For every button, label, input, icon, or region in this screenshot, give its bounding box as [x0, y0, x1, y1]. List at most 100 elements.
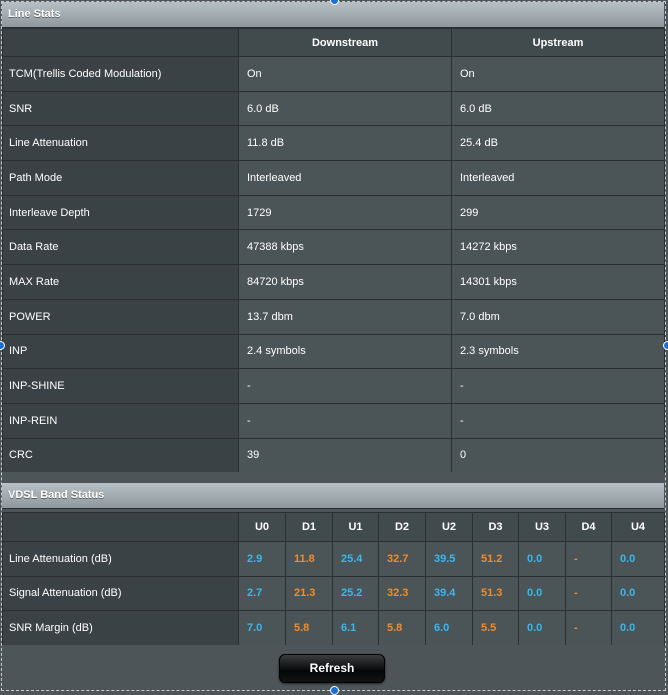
downstream-header: Downstream — [238, 28, 452, 57]
band-value: - — [565, 610, 612, 646]
line-stats-row: CRC 39 0 — [2, 437, 665, 474]
band-header: U4 — [611, 512, 665, 542]
band-value: 6.0 — [425, 610, 473, 646]
downstream-value: 84720 kbps — [238, 264, 452, 300]
band-header: U1 — [332, 512, 379, 542]
line-stats-row: Data Rate 47388 kbps 14272 kbps — [2, 229, 665, 266]
row-label: Interleave Depth — [2, 194, 239, 231]
band-header: D4 — [565, 512, 612, 542]
downstream-value: On — [238, 56, 452, 92]
row-label: TCM(Trellis Coded Modulation) — [2, 56, 239, 92]
line-stats-row: TCM(Trellis Coded Modulation) On On — [2, 56, 665, 92]
resize-handle-bottom[interactable] — [330, 686, 339, 695]
downstream-value: 39 — [238, 437, 452, 474]
vdsl-band-header-row: U0 D1 U1 D2 U2 D3 U3 D4 U4 — [2, 512, 665, 542]
downstream-value: 6.0 dB — [238, 90, 452, 127]
band-value: - — [565, 575, 612, 611]
vdsl-band-row: Line Attenuation (dB) 2.9 11.8 25.4 32.7 39.5… — [2, 541, 665, 577]
upstream-value: 0 — [451, 437, 665, 474]
button-bar: Refresh — [2, 645, 664, 689]
row-label: INP-REIN — [2, 402, 239, 439]
upstream-value: 25.4 dB — [451, 125, 665, 162]
band-value: 0.0 — [518, 610, 566, 646]
band-header: U2 — [425, 512, 473, 542]
band-value: 32.3 — [378, 575, 426, 611]
band-value: 25.4 — [332, 541, 379, 577]
band-value: - — [565, 541, 612, 577]
upstream-value: 2.3 symbols — [451, 333, 665, 370]
line-stats-row: SNR 6.0 dB 6.0 dB — [2, 90, 665, 127]
row-label: SNR Margin (dB) — [2, 610, 239, 646]
line-stats-header: Line Stats — [2, 2, 664, 28]
band-header: U0 — [238, 512, 286, 542]
downstream-value: Interleaved — [238, 160, 452, 196]
upstream-value: 299 — [451, 194, 665, 231]
band-header: D1 — [285, 512, 333, 542]
line-stats-row: Line Attenuation 11.8 dB 25.4 dB — [2, 125, 665, 162]
downstream-value: - — [238, 402, 452, 439]
row-label: Path Mode — [2, 160, 239, 196]
vdsl-band-status-header: VDSL Band Status — [2, 483, 664, 509]
upstream-value: 7.0 dbm — [451, 298, 665, 335]
downstream-value: 1729 — [238, 194, 452, 231]
downstream-value: 47388 kbps — [238, 229, 452, 266]
line-stats-row: MAX Rate 84720 kbps 14301 kbps — [2, 264, 665, 300]
band-value: 0.0 — [611, 610, 665, 646]
band-value: 21.3 — [285, 575, 333, 611]
upstream-value: Interleaved — [451, 160, 665, 196]
upstream-value: - — [451, 368, 665, 404]
vdsl-band-row: Signal Attenuation (dB) 2.7 21.3 25.2 32.3 39… — [2, 575, 665, 611]
band-value: 7.0 — [238, 610, 286, 646]
band-value: 0.0 — [518, 575, 566, 611]
line-stats-row: Interleave Depth 1729 299 — [2, 194, 665, 231]
band-value: 0.0 — [518, 541, 566, 577]
row-label: Line Attenuation (dB) — [2, 541, 239, 577]
row-label: CRC — [2, 437, 239, 474]
band-value: 2.7 — [238, 575, 286, 611]
vdsl-band-row: SNR Margin (dB) 7.0 5.8 6.1 5.8 6.0 5.5 0.0-0.0 — [2, 610, 665, 646]
band-value: 32.7 — [378, 541, 426, 577]
row-label: Line Attenuation — [2, 125, 239, 162]
band-header: D2 — [378, 512, 426, 542]
row-label: Signal Attenuation (dB) — [2, 575, 239, 611]
line-stats-row: INP-REIN - - — [2, 402, 665, 439]
band-value: 5.5 — [472, 610, 519, 646]
upstream-value: 14301 kbps — [451, 264, 665, 300]
upstream-header: Upstream — [451, 28, 665, 57]
downstream-value: 2.4 symbols — [238, 333, 452, 370]
band-value: 39.5 — [425, 541, 473, 577]
refresh-button[interactable]: Refresh — [279, 654, 385, 683]
upstream-value: - — [451, 402, 665, 439]
downstream-value: 13.7 dbm — [238, 298, 452, 335]
band-value: 51.2 — [472, 541, 519, 577]
band-value: 0.0 — [611, 541, 665, 577]
upstream-value: On — [451, 56, 665, 92]
line-stats-row: POWER 13.7 dbm 7.0 dbm — [2, 298, 665, 335]
resize-handle-right[interactable] — [663, 341, 668, 350]
upstream-value: 14272 kbps — [451, 229, 665, 266]
line-stats-header-row: Downstream Upstream — [2, 28, 665, 57]
band-value: 6.1 — [332, 610, 379, 646]
line-stats-row: INP-SHINE - - — [2, 368, 665, 404]
row-label: INP — [2, 333, 239, 370]
row-label: SNR — [2, 90, 239, 127]
band-value: 39.4 — [425, 575, 473, 611]
band-value: 2.9 — [238, 541, 286, 577]
row-label: MAX Rate — [2, 264, 239, 300]
row-label: Data Rate — [2, 229, 239, 266]
vdsl-band-table: U0 D1 U1 D2 U2 D3 U3 D4 U4 Line Attenuation (dB)… — [2, 512, 665, 646]
band-value: 25.2 — [332, 575, 379, 611]
line-stats-row: INP 2.4 symbols 2.3 symbols — [2, 333, 665, 370]
row-label: INP-SHINE — [2, 368, 239, 404]
band-value: 11.8 — [285, 541, 333, 577]
band-value: 5.8 — [285, 610, 333, 646]
row-label: POWER — [2, 298, 239, 335]
line-stats-row: Path Mode Interleaved Interleaved — [2, 160, 665, 196]
section-gap — [2, 472, 664, 482]
line-stats-table: Downstream Upstream TCM(Trellis Coded Mo… — [2, 28, 665, 474]
band-value: 5.8 — [378, 610, 426, 646]
band-header: D3 — [472, 512, 519, 542]
downstream-value: - — [238, 368, 452, 404]
downstream-value: 11.8 dB — [238, 125, 452, 162]
band-header: U3 — [518, 512, 566, 542]
